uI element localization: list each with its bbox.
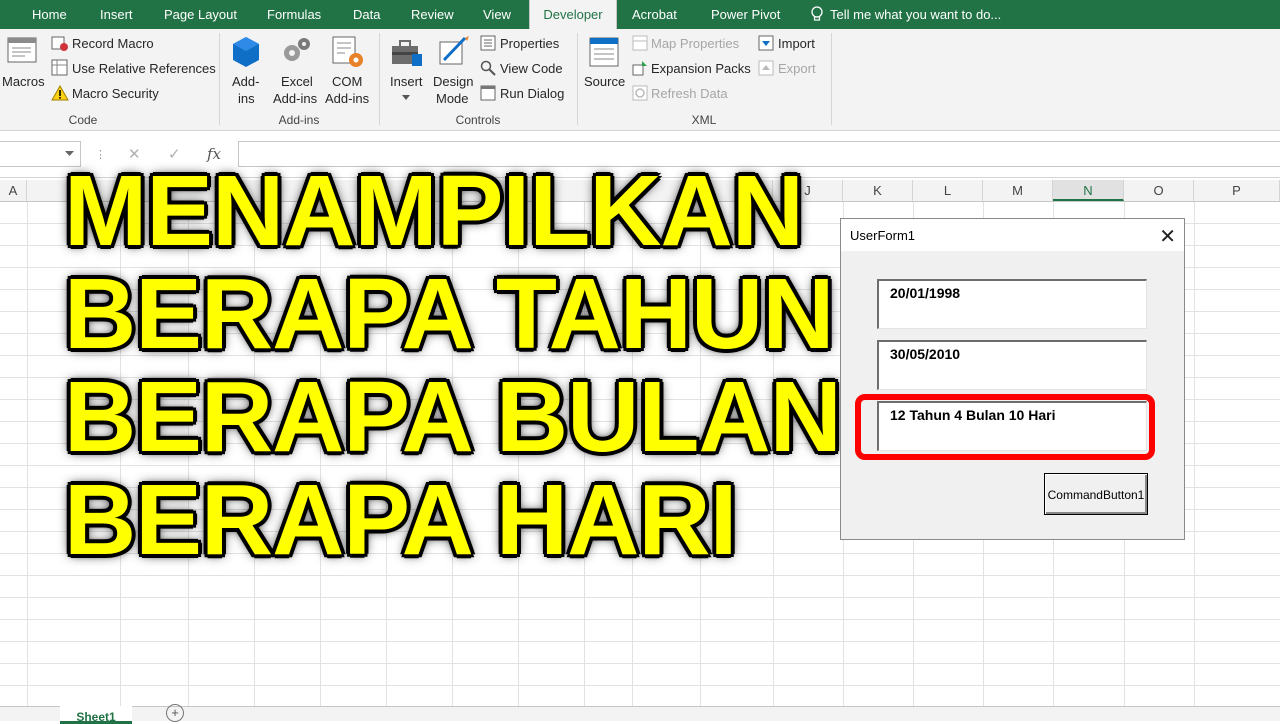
- insert-control-button[interactable]: Insert: [390, 74, 423, 89]
- title-overlay: MENAMPILKAN BERAPA TAHUN BERAPA BULAN BE…: [64, 155, 842, 576]
- record-macro-icon: [51, 36, 68, 51]
- warning-icon: [51, 85, 69, 101]
- start-date-textbox[interactable]: 20/01/1998: [877, 279, 1147, 329]
- end-date-textbox[interactable]: 30/05/2010: [877, 340, 1147, 390]
- group-label-controls: Controls: [455, 113, 501, 127]
- import-button[interactable]: Import: [778, 36, 815, 51]
- tell-me-search[interactable]: Tell me what you want to do...: [830, 0, 1001, 29]
- macros-icon[interactable]: [7, 35, 39, 67]
- tab-acrobat[interactable]: Acrobat: [632, 0, 677, 29]
- record-macro-button[interactable]: Record Macro: [72, 36, 154, 51]
- column-header-l[interactable]: L: [913, 180, 983, 201]
- grid-line: [27, 202, 28, 706]
- title-line-4: BERAPA HARI: [64, 464, 737, 576]
- group-separator: [219, 33, 220, 125]
- group-label-xml: XML: [691, 113, 717, 127]
- column-header-k[interactable]: K: [843, 180, 913, 201]
- group-separator: [379, 33, 380, 125]
- chevron-down-icon[interactable]: [402, 95, 410, 101]
- command-button[interactable]: CommandButton1: [1044, 473, 1148, 515]
- tab-power-pivot[interactable]: Power Pivot: [711, 0, 780, 29]
- userform-dialog: UserForm1 ✕ 20/01/1998 30/05/2010 12 Tah…: [840, 218, 1185, 540]
- design-mode-label-2[interactable]: Mode: [436, 91, 469, 106]
- com-addins-label-1[interactable]: COM: [332, 74, 362, 89]
- view-code-icon: [480, 60, 496, 76]
- map-properties-button[interactable]: Map Properties: [651, 36, 739, 51]
- tab-insert[interactable]: Insert: [100, 0, 133, 29]
- title-line-1: MENAMPILKAN: [64, 155, 804, 267]
- tab-formulas[interactable]: Formulas: [267, 0, 321, 29]
- com-addins-icon[interactable]: [331, 35, 365, 69]
- group-label-addins: Add-ins: [278, 113, 320, 127]
- excel-addins-label-2[interactable]: Add-ins: [273, 91, 317, 106]
- title-line-2: BERAPA TAHUN: [64, 258, 834, 370]
- userform-title: UserForm1: [850, 228, 916, 243]
- tab-data[interactable]: Data: [353, 0, 380, 29]
- macros-button[interactable]: Macros: [2, 74, 45, 89]
- export-icon: [758, 60, 774, 76]
- tab-developer[interactable]: Developer: [529, 0, 617, 29]
- refresh-data-icon: [632, 85, 648, 101]
- design-mode-label-1[interactable]: Design: [433, 74, 473, 89]
- tab-home[interactable]: Home: [32, 0, 67, 29]
- excel-addins-gear-icon[interactable]: [280, 35, 312, 67]
- title-line-3: BERAPA BULAN: [64, 361, 842, 473]
- properties-button[interactable]: Properties: [500, 36, 559, 51]
- excel-addins-label-1[interactable]: Excel: [281, 74, 313, 89]
- add-ins-label-1[interactable]: Add-: [232, 74, 259, 89]
- add-ins-label-2[interactable]: ins: [238, 91, 255, 106]
- grid-line: [1194, 202, 1195, 706]
- group-separator: [831, 33, 832, 125]
- refresh-data-button[interactable]: Refresh Data: [651, 86, 728, 101]
- insert-toolbox-icon[interactable]: [390, 36, 424, 68]
- column-header-a[interactable]: A: [0, 180, 27, 201]
- com-addins-label-2[interactable]: Add-ins: [325, 91, 369, 106]
- column-header-n[interactable]: N: [1053, 180, 1124, 201]
- group-separator: [577, 33, 578, 125]
- column-header-o[interactable]: O: [1124, 180, 1194, 201]
- relative-references-icon: [51, 59, 68, 76]
- add-ins-icon[interactable]: [231, 36, 261, 68]
- design-mode-icon[interactable]: [437, 34, 471, 68]
- close-icon[interactable]: ✕: [1159, 224, 1176, 249]
- ribbon-tab-bar: Home Insert Page Layout Formulas Data Re…: [0, 0, 1280, 29]
- run-dialog-button[interactable]: Run Dialog: [500, 86, 564, 101]
- run-dialog-icon: [480, 85, 496, 101]
- column-header-p[interactable]: P: [1194, 180, 1280, 201]
- macro-security-button[interactable]: Macro Security: [72, 86, 159, 101]
- export-button[interactable]: Export: [778, 61, 816, 76]
- add-sheet-button[interactable]: +: [166, 704, 184, 722]
- userform-title-bar[interactable]: UserForm1 ✕: [841, 219, 1184, 251]
- tab-review[interactable]: Review: [411, 0, 454, 29]
- import-icon: [758, 35, 774, 51]
- properties-icon: [480, 35, 496, 51]
- group-label-code: Code: [68, 113, 98, 127]
- sheet-tab-sheet1[interactable]: Sheet1: [60, 706, 132, 724]
- expansion-packs-button[interactable]: Expansion Packs: [651, 61, 751, 76]
- result-highlight-outline: [855, 394, 1155, 460]
- ribbon-developer: Macros Record Macro Use Relative Referen…: [0, 29, 1280, 131]
- view-code-button[interactable]: View Code: [500, 61, 563, 76]
- column-header-m[interactable]: M: [983, 180, 1053, 201]
- map-properties-icon: [632, 35, 648, 51]
- tab-view[interactable]: View: [483, 0, 511, 29]
- use-relative-references-button[interactable]: Use Relative References: [72, 61, 216, 76]
- xml-source-icon[interactable]: [588, 36, 620, 68]
- tab-page-layout[interactable]: Page Layout: [164, 0, 237, 29]
- lightbulb-icon: [811, 6, 823, 21]
- xml-source-button[interactable]: Source: [584, 74, 625, 89]
- expansion-packs-icon: [632, 61, 647, 76]
- sheet-tab-bar: Sheet1 +: [0, 704, 1280, 724]
